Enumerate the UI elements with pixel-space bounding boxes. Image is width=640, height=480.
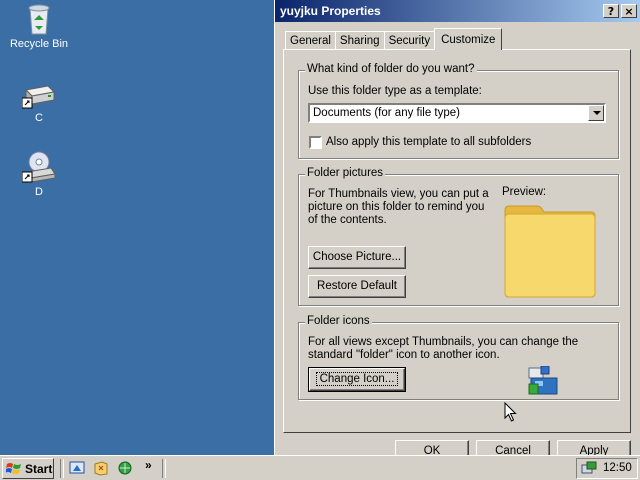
chevron-down-icon[interactable]	[588, 105, 604, 121]
folder-type-group: What kind of folder do you want? Use thi…	[298, 63, 619, 159]
group-title: Folder icons	[305, 315, 372, 327]
show-desktop-icon[interactable]	[69, 460, 85, 476]
template-select[interactable]: Documents (for any file type)	[308, 103, 606, 123]
close-button[interactable]: ×	[621, 4, 637, 18]
desktop-icon-label: C	[35, 112, 43, 124]
preview-label: Preview:	[502, 186, 547, 198]
folder-icons-description: For all views except Thumbnails, you can…	[308, 336, 579, 361]
tab-general[interactable]: General	[285, 31, 336, 50]
cancel-button[interactable]: Cancel	[476, 440, 550, 456]
folder-icons-group: Folder icons For all views except Thumbn…	[298, 315, 619, 400]
folder-icon-preview	[528, 366, 558, 395]
desktop-icon-c-drive[interactable]: C	[4, 82, 74, 124]
network-icon[interactable]	[117, 460, 133, 476]
button-label: Change Icon...	[315, 372, 399, 386]
folder-preview-icon	[504, 205, 596, 298]
hard-drive-shortcut-icon	[22, 85, 56, 109]
chevron-icon[interactable]: »	[145, 458, 152, 472]
tab-customize[interactable]: Customize	[434, 28, 503, 50]
desktop-icon-label: D	[35, 186, 43, 198]
button-label: Choose Picture...	[312, 251, 402, 263]
title-bar[interactable]: yuyjku Properties ? ×	[275, 0, 640, 22]
group-title: What kind of folder do you want?	[305, 63, 477, 75]
mouse-cursor-icon	[504, 402, 517, 422]
clock[interactable]: 12:50	[603, 459, 632, 478]
choose-picture-button[interactable]: Choose Picture...	[308, 246, 406, 269]
tab-sharing[interactable]: Sharing	[334, 31, 385, 50]
ok-button[interactable]: OK	[395, 440, 469, 456]
cd-drive-shortcut-icon	[22, 151, 56, 183]
template-label: Use this folder type as a template:	[308, 85, 482, 97]
desktop-icon-d-drive[interactable]: D	[4, 150, 74, 198]
system-tray: 12:50	[576, 458, 638, 479]
folder-pictures-description: For Thumbnails view, you can put a pictu…	[308, 188, 489, 226]
subfolders-checkbox[interactable]	[309, 136, 322, 149]
folder-pictures-group: Folder pictures For Thumbnails view, you…	[298, 167, 619, 306]
button-label: Restore Default	[317, 280, 397, 292]
properties-window: yuyjku Properties ? × General Sharing Se…	[274, 0, 640, 456]
start-label: Start	[25, 461, 53, 476]
tab-strip: General Sharing Security Customize	[285, 28, 503, 50]
start-button[interactable]: Start	[2, 458, 54, 479]
change-icon-button[interactable]: Change Icon...	[308, 367, 406, 392]
windows-logo-icon	[6, 462, 21, 474]
group-title: Folder pictures	[305, 167, 386, 179]
customize-panel: What kind of folder do you want? Use thi…	[283, 49, 631, 433]
recycle-bin-icon	[28, 4, 50, 35]
taskbar-divider	[162, 459, 166, 478]
subfolders-label[interactable]: Also apply this template to all subfolde…	[326, 136, 531, 149]
explorer-icon[interactable]	[93, 460, 109, 476]
quick-launch-divider	[60, 459, 64, 478]
apply-button[interactable]: Apply	[557, 440, 631, 456]
taskbar: Start » 12:50	[0, 455, 640, 480]
desktop-icon-recycle-bin[interactable]: Recycle Bin	[4, 2, 74, 50]
window-title: yuyjku Properties	[280, 4, 381, 18]
tab-security[interactable]: Security	[383, 31, 436, 50]
desktop-icon-label: Recycle Bin	[9, 38, 69, 50]
tray-network-icon[interactable]	[581, 461, 597, 476]
template-select-value: Documents (for any file type)	[313, 107, 461, 119]
help-button[interactable]: ?	[603, 4, 619, 18]
restore-default-button[interactable]: Restore Default	[308, 275, 406, 298]
